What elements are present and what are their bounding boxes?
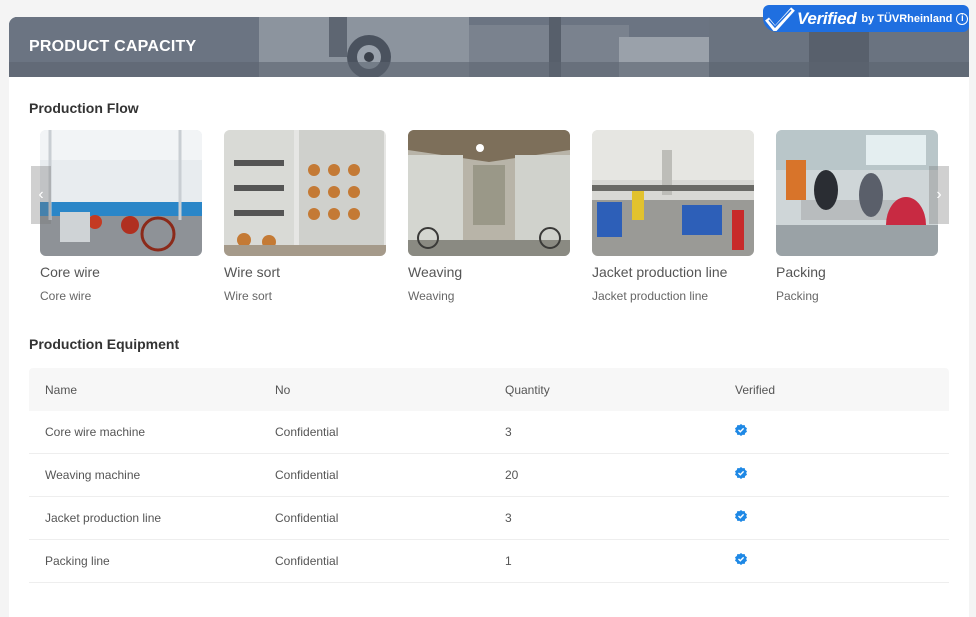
flow-item-caption: Weaving [408,289,455,303]
flow-item-name: Weaving [408,264,463,280]
core-wire-photo [40,130,202,256]
flow-item-core-wire[interactable]: Core wire Core wire [40,130,202,303]
flow-item-caption: Wire sort [224,289,272,303]
wire-sort-photo [224,130,386,256]
column-header-quantity: Quantity [505,382,550,397]
flow-item-name: Packing [776,264,826,280]
verified-icon [735,510,747,522]
verified-icon [735,467,747,479]
flow-item-caption: Jacket production line [592,289,709,303]
equipment-no: Confidential [275,468,339,482]
verified-by-text: by TÜVRheinland [861,12,953,25]
column-header-verified: Verified [735,382,776,397]
production-flow-heading: Production Flow [29,100,139,116]
flow-item-wire-sort[interactable]: Wire sort Wire sort [224,130,386,303]
product-capacity-card: PRODUCT CAPACITY Production Flow Core wi… [9,17,969,617]
equipment-no: Confidential [275,425,339,439]
production-equipment-heading: Production Equipment [29,336,180,352]
table-row: Core wire machine Confidential 3 [29,411,949,454]
equipment-quantity: 1 [505,554,512,568]
verified-tuv-badge[interactable]: Verified by TÜVRheinland i [763,5,969,32]
equipment-no: Confidential [275,511,339,525]
column-header-name: Name [45,382,78,397]
equipment-name: Jacket production line [45,511,162,525]
table-row: Weaving machine Confidential 20 [29,454,949,497]
equipment-quantity: 3 [505,425,512,439]
equipment-no: Confidential [275,554,339,568]
verified-word: Verified [797,8,857,28]
table-row: Packing line Confidential 1 [29,540,949,583]
flow-item-caption: Packing [776,289,819,303]
table-row: Jacket production line Confidential 3 [29,497,949,540]
jacket-production-photo [592,130,754,256]
column-header-no: No [275,382,291,397]
flow-item-jacket-production-line[interactable]: Jacket production line Jacket production… [592,130,754,303]
equipment-name: Core wire machine [45,425,146,439]
flow-item-weaving[interactable]: Weaving Weaving [408,130,570,303]
flow-item-caption: Core wire [40,289,92,303]
equipment-name: Weaving machine [45,468,141,482]
equipment-name: Packing line [45,554,110,568]
flow-item-name: Wire sort [224,264,280,280]
verified-check-icon [765,6,795,31]
verified-icon [735,424,747,436]
equipment-quantity: 3 [505,511,512,525]
weaving-photo [408,130,570,256]
equipment-table: Name No Quantity Verified Core wire mach… [29,368,949,583]
flow-item-packing[interactable]: Packing Packing [776,130,938,303]
info-icon[interactable]: i [956,12,969,25]
carousel-prev-button[interactable]: ‹ [31,166,51,224]
carousel-next-button[interactable]: › [929,166,949,224]
flow-item-name: Core wire [40,264,100,280]
packing-photo [776,130,938,256]
table-header: Name No Quantity Verified [29,368,949,411]
verified-icon [735,553,747,565]
page-title: PRODUCT CAPACITY [29,38,197,55]
production-flow-carousel: Core wire Core wire Wire sort Wire sort … [29,130,949,310]
flow-item-name: Jacket production line [592,264,728,280]
equipment-quantity: 20 [505,468,519,482]
